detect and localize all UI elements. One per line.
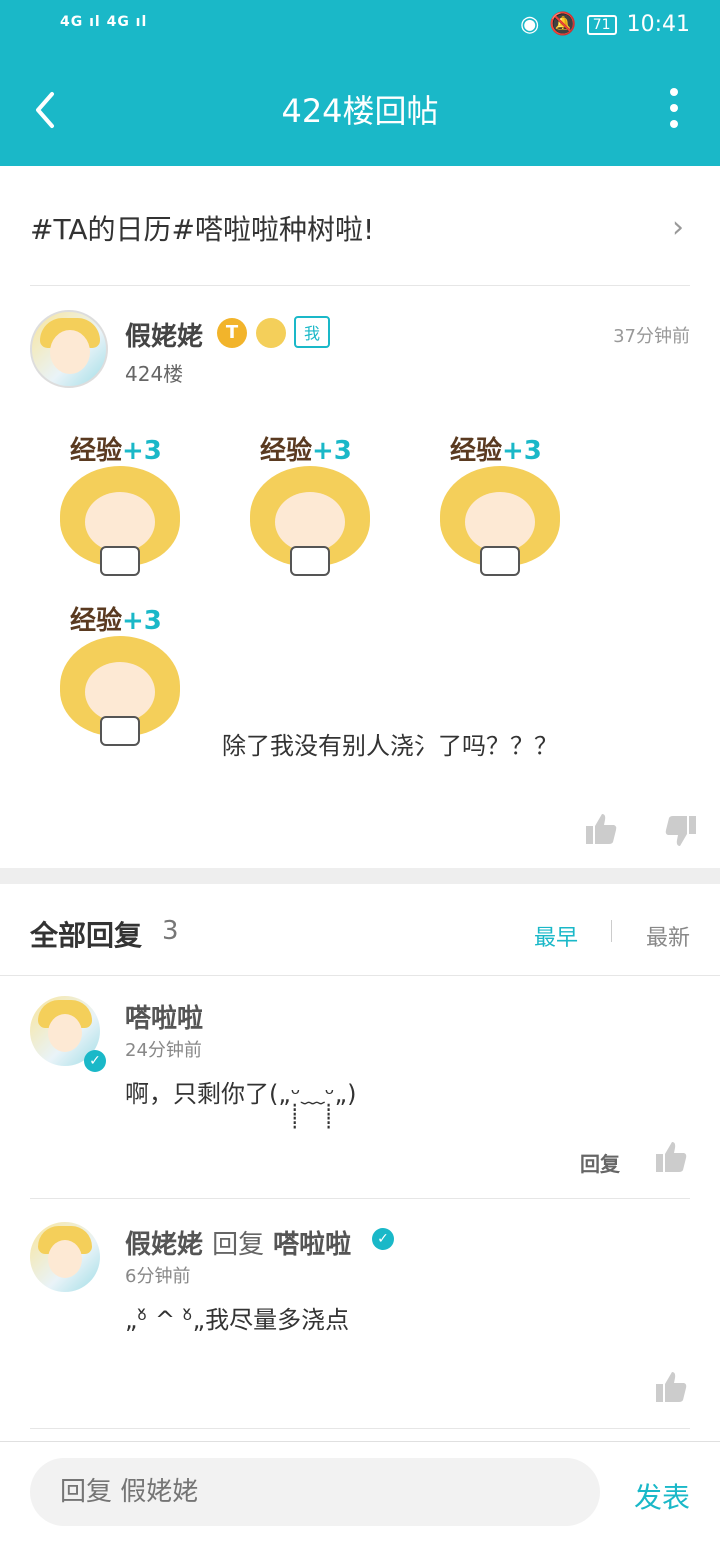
avatar[interactable] [30,310,108,388]
post-body: 除了我没有别人浇氵了吗？？？ [222,732,558,760]
reply-target[interactable]: 嗒啦啦 [273,1230,351,1260]
sort-latest-tab[interactable]: 最新 [646,920,690,952]
reply-item: 假姥姥 回复 嗒啦啦 ✓ 6分钟前 „ᵒ̌ ^ ᵒ̌„我尽量多浇点 [30,1222,690,1412]
reply-content: 啊，只剩你了(„ᵕ̣̣̣̣̣̣﹏ᵕ̣̣̣̣̣̣„) [125,1080,357,1108]
post-time: 37分钟前 [613,326,690,347]
avatar[interactable] [30,1222,100,1292]
battery-icon: 71 [586,14,617,35]
post-header: 假姥姥 T 我 424楼 37分钟前 [30,310,690,388]
post-floor: 424楼 [125,362,184,386]
divider [30,1198,690,1199]
send-button[interactable]: 发表 [634,1476,690,1516]
divider [0,975,720,976]
app-header: 424楼回帖 [0,56,720,166]
reply-input[interactable] [30,1458,600,1526]
eye-icon: ◉ [520,12,540,37]
verified-icon: ✓ [84,1050,106,1072]
section-divider [0,868,720,884]
sticker-area: 经验+3 经验+3 经验+3 经验+3 [50,430,610,770]
reply-item: ✓ 嗒啦啦 24分钟前 啊，只剩你了(„ᵕ̣̣̣̣̣̣﹏ᵕ̣̣̣̣̣̣„) 回复 [30,996,690,1186]
exp-sticker: 经验+3 [50,430,190,580]
page-title: 424楼回帖 [281,92,439,130]
divider [30,1428,690,1429]
reply-word: 回复 [212,1230,265,1260]
signal-indicator: 4G ıl 4G ıl [60,14,148,30]
replies-header: 全部回复 3 最早 最新 [30,884,690,976]
topic-link[interactable]: #TA的日历#嗒啦啦种树啦! › [30,166,690,286]
exp-sticker: 经验+3 [430,430,570,580]
reply-author[interactable]: 嗒啦啦 [125,998,203,1035]
reply-time: 6分钟前 [125,1266,191,1287]
reply-content: „ᵒ̌ ^ ᵒ̌„我尽量多浇点 [125,1306,350,1334]
like-icon[interactable] [654,1370,688,1404]
level-badge-icon: T [217,318,247,348]
post-author[interactable]: 假姥姥 [125,316,203,353]
sort-earliest-tab[interactable]: 最早 [534,920,578,952]
exp-sticker: 经验+3 [50,600,190,750]
topic-title: #TA的日历#嗒啦啦种树啦! [30,213,375,246]
reply-bar: 发表 [0,1441,720,1541]
reply-time: 24分钟前 [125,1040,202,1061]
exp-sticker: 经验+3 [240,430,380,580]
replies-count: 3 [162,916,179,946]
clock: 10:41 [626,12,690,37]
sort-divider [611,920,612,942]
status-bar: 4G ıl 4G ıl ◉ 🔕 71 10:41 [0,0,720,56]
mute-icon: 🔕 [549,12,577,37]
like-icon[interactable] [584,812,618,846]
reply-button[interactable]: 回复 [580,1148,620,1177]
avatar-badge-icon [256,318,286,348]
reply-author[interactable]: 假姥姥 [125,1230,203,1260]
me-badge: 我 [294,316,331,348]
more-options-button[interactable] [668,88,680,132]
replies-title: 全部回复 [30,919,143,952]
like-icon[interactable] [654,1140,688,1174]
chevron-right-icon: › [672,210,684,245]
verified-icon: ✓ [372,1228,394,1250]
dislike-icon[interactable] [664,814,698,848]
reply-header: 假姥姥 回复 嗒啦啦 [125,1224,351,1261]
